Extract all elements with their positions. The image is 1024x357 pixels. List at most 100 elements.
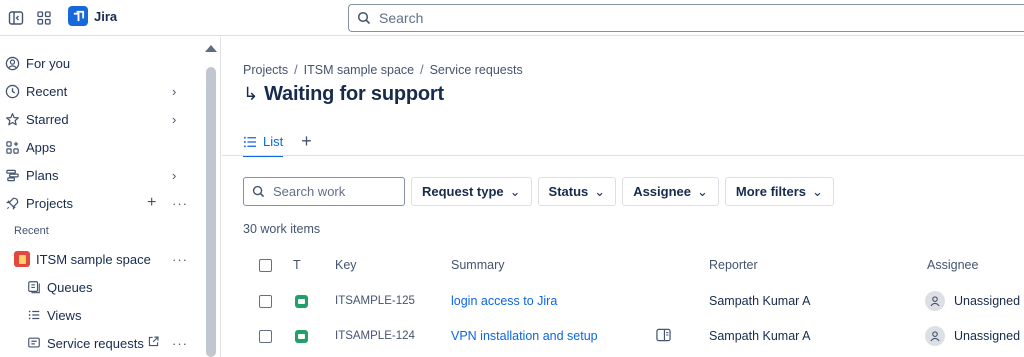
sidebar-scrollbar[interactable] (205, 45, 217, 357)
assignee-name[interactable]: Unassigned (954, 294, 1020, 308)
recent-section-header: Recent (14, 225, 49, 237)
sidebar-toggle-button[interactable] (4, 6, 28, 30)
global-search-input[interactable]: Search (348, 4, 1024, 32)
breadcrumb-projects[interactable]: Projects (243, 63, 288, 77)
sidebar-item-label: Recent (26, 83, 68, 99)
breadcrumb-service-requests[interactable]: Service requests (430, 63, 523, 77)
more-actions-icon[interactable]: ··· (172, 336, 188, 351)
search-icon (357, 11, 371, 25)
status-filter[interactable]: Status ⌄ (537, 177, 617, 206)
service-request-icon (26, 335, 42, 351)
breadcrumb-project[interactable]: ITSM sample space (304, 63, 414, 77)
service-request-type-icon (295, 295, 308, 308)
request-type-filter[interactable]: Request type ⌄ (411, 177, 532, 206)
unassigned-avatar-icon (925, 291, 945, 311)
project-avatar-icon (14, 251, 30, 267)
breadcrumb-separator: / (420, 63, 424, 77)
chevron-down-icon: ⌄ (697, 183, 708, 199)
service-request-type-icon (295, 330, 308, 343)
queues-icon (26, 279, 42, 295)
filter-bar: Search work Request type ⌄ Status ⌄ Assi… (243, 177, 834, 206)
chevron-right-icon: › (172, 167, 177, 183)
app-switcher-button[interactable] (32, 6, 56, 30)
row-checkbox[interactable] (259, 295, 272, 308)
page-header: ↳ Waiting for support (243, 83, 444, 106)
search-work-input[interactable]: Search work (243, 177, 405, 206)
jira-home-link[interactable]: Jira (68, 6, 117, 26)
star-icon (4, 111, 20, 127)
sidebar-item-label: For you (26, 55, 71, 71)
sidebar-item-views[interactable]: Views (0, 301, 200, 329)
table-row[interactable]: ITSAMPLE-124 VPN installation and setup … (243, 320, 1024, 354)
sidebar-item-plans[interactable]: Plans › (0, 161, 200, 189)
more-actions-icon[interactable]: ··· (172, 196, 188, 211)
assignee-name[interactable]: Unassigned (954, 329, 1020, 343)
top-navigation-bar: Jira Search (0, 0, 1024, 36)
assignee-filter[interactable]: Assignee ⌄ (622, 177, 719, 206)
more-filters-button[interactable]: More filters ⌄ (724, 177, 834, 206)
issue-key[interactable]: ITSAMPLE-124 (335, 330, 415, 342)
issue-summary-link[interactable]: VPN installation and setup (451, 329, 598, 343)
chevron-right-icon: › (172, 111, 177, 127)
sidebar-item-label: Projects (26, 195, 73, 211)
app-name: Jira (94, 8, 118, 24)
tabs-divider (222, 155, 1024, 156)
sidebar-item-for-you[interactable]: For you (0, 49, 200, 77)
unassigned-avatar-icon (925, 326, 945, 346)
scrollbar-thumb[interactable] (206, 67, 216, 357)
scroll-up-arrow-icon[interactable] (205, 45, 217, 52)
list-icon (26, 307, 42, 323)
sidebar-item-project[interactable]: ITSM sample space ··· (0, 245, 200, 273)
tab-list-label: List (263, 134, 284, 149)
column-type[interactable]: T (293, 258, 301, 272)
sidebar-item-label: Queues (47, 279, 93, 295)
sidebar-item-label: Plans (26, 167, 59, 183)
reporter-name: Sampath Kumar A (709, 294, 811, 308)
select-all-checkbox[interactable] (259, 259, 272, 272)
chevron-right-icon: › (172, 83, 177, 99)
tab-list[interactable]: List (243, 134, 284, 157)
sidebar-item-queues[interactable]: Queues (0, 273, 200, 301)
sidebar-item-recent[interactable]: Recent › (0, 77, 200, 105)
sidebar-item-label: Service requests (47, 335, 144, 351)
add-project-icon[interactable]: + (147, 194, 156, 212)
sidebar-item-apps[interactable]: Apps (0, 133, 200, 161)
reporter-name: Sampath Kumar A (709, 329, 811, 343)
sidebar-item-starred[interactable]: Starred › (0, 105, 200, 133)
sidebar: For you Recent › Starred › Apps Plans › … (0, 37, 221, 357)
jira-logo-icon (68, 6, 88, 26)
plans-icon (4, 167, 20, 183)
filter-label: Request type (422, 184, 504, 199)
chevron-down-icon: ⌄ (811, 183, 823, 199)
sidebar-collapse-icon (8, 11, 24, 25)
column-summary[interactable]: Summary (451, 258, 504, 272)
filter-label: Assignee (633, 184, 691, 199)
sidebar-item-label: Views (47, 307, 82, 323)
open-detail-panel-icon[interactable] (656, 328, 671, 345)
column-assignee[interactable]: Assignee (927, 258, 978, 272)
sidebar-item-projects[interactable]: Projects + ··· (0, 189, 200, 217)
row-checkbox[interactable] (259, 330, 272, 343)
table-row[interactable]: ITSAMPLE-125 login access to Jira Sampat… (243, 285, 1024, 319)
chevron-down-icon: ⌄ (509, 183, 521, 199)
project-name: ITSM sample space (36, 251, 151, 267)
table-header: T Key Summary Reporter Assignee (243, 251, 1024, 279)
page-title: Waiting for support (264, 83, 444, 105)
open-external-icon[interactable] (147, 335, 160, 351)
breadcrumb: Projects / ITSM sample space / Service r… (243, 63, 523, 77)
column-key[interactable]: Key (335, 258, 357, 272)
main-content: Projects / ITSM sample space / Service r… (222, 37, 1024, 357)
breadcrumb-separator: / (294, 63, 298, 77)
clock-icon (4, 83, 20, 99)
issue-summary-link[interactable]: login access to Jira (451, 294, 557, 308)
chevron-down-icon: ⌄ (594, 183, 606, 199)
search-icon (252, 185, 265, 198)
column-reporter[interactable]: Reporter (709, 258, 758, 272)
sidebar-item-service-requests[interactable]: Service requests ··· (0, 329, 200, 357)
issue-key[interactable]: ITSAMPLE-125 (335, 295, 415, 307)
more-actions-icon[interactable]: ··· (172, 252, 188, 267)
subitem-arrow-icon: ↳ (243, 84, 259, 104)
add-view-icon[interactable]: + (301, 132, 312, 150)
filter-label: More filters (735, 184, 806, 199)
list-icon (243, 136, 256, 147)
